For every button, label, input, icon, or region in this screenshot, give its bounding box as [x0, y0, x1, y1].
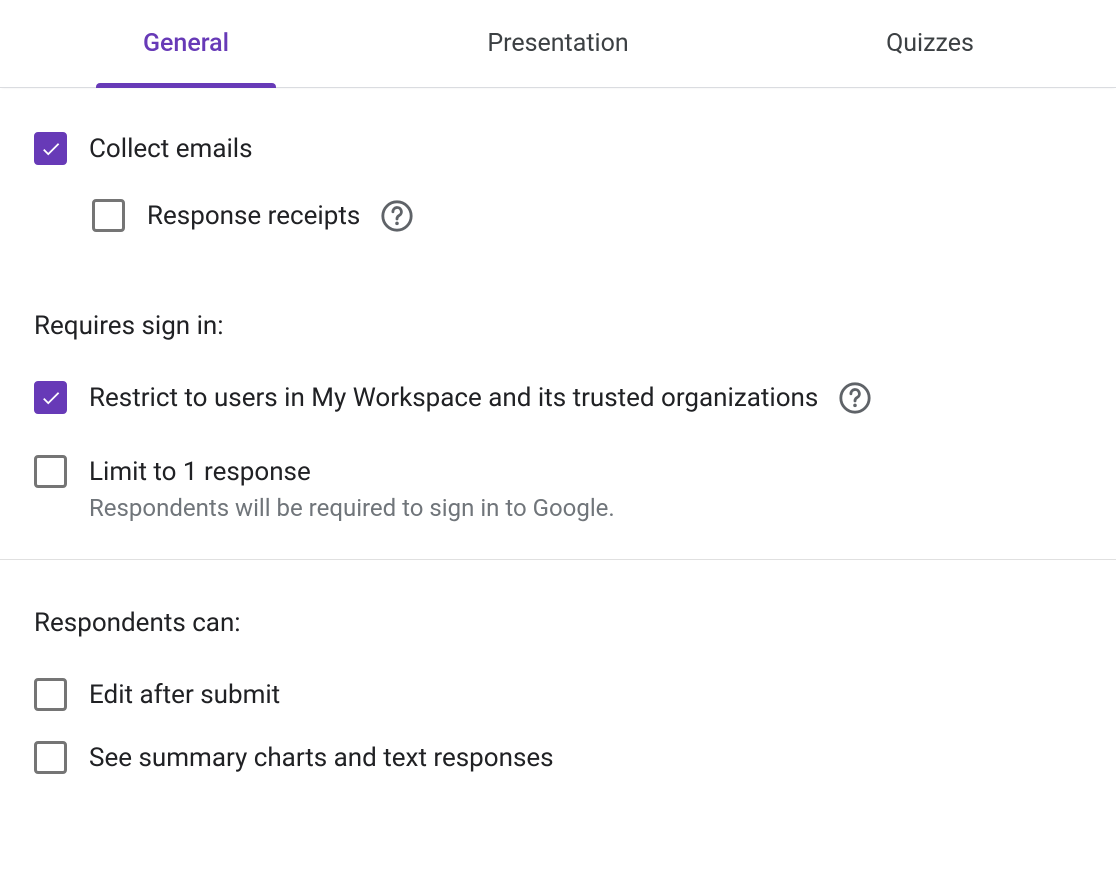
settings-panel: Collect emails Response receipts Require…	[0, 88, 1116, 774]
row-restrict-workspace: Restrict to users in My Workspace and it…	[34, 381, 1084, 415]
row-collect-emails: Collect emails	[34, 132, 1084, 165]
tab-quizzes[interactable]: Quizzes	[744, 0, 1116, 87]
row-response-receipts: Response receipts	[92, 199, 1084, 233]
sub-limit-one: Respondents will be required to sign in …	[89, 493, 615, 523]
label-edit-after-submit: Edit after submit	[89, 680, 280, 710]
checkmark-icon	[40, 138, 62, 160]
checkbox-response-receipts[interactable]	[92, 199, 125, 232]
label-response-receipts: Response receipts	[147, 201, 360, 231]
heading-respondents-can: Respondents can:	[34, 608, 1084, 638]
row-limit-one: Limit to 1 response Respondents will be …	[34, 455, 1084, 523]
tab-presentation[interactable]: Presentation	[372, 0, 744, 87]
heading-requires-signin: Requires sign in:	[34, 311, 1084, 341]
tab-label: Quizzes	[886, 29, 974, 58]
checkmark-icon	[40, 387, 62, 409]
checkbox-see-summary[interactable]	[34, 741, 67, 774]
row-see-summary: See summary charts and text responses	[34, 741, 1084, 774]
tab-bar: General Presentation Quizzes	[0, 0, 1116, 88]
row-edit-after-submit: Edit after submit	[34, 678, 1084, 711]
help-icon[interactable]	[380, 199, 414, 233]
divider	[0, 559, 1116, 560]
help-icon[interactable]	[838, 381, 872, 415]
tab-general[interactable]: General	[0, 0, 372, 87]
question-mark-icon	[838, 381, 872, 415]
checkbox-collect-emails[interactable]	[34, 132, 67, 165]
label-collect-emails: Collect emails	[89, 134, 253, 164]
label-restrict-workspace: Restrict to users in My Workspace and it…	[89, 383, 818, 413]
question-mark-icon	[380, 199, 414, 233]
tab-label: General	[143, 29, 229, 58]
checkbox-edit-after-submit[interactable]	[34, 678, 67, 711]
label-see-summary: See summary charts and text responses	[89, 743, 554, 773]
tab-label: Presentation	[487, 29, 628, 58]
label-limit-one: Limit to 1 response	[89, 457, 615, 487]
checkbox-restrict-workspace[interactable]	[34, 381, 67, 414]
checkbox-limit-one[interactable]	[34, 455, 67, 488]
